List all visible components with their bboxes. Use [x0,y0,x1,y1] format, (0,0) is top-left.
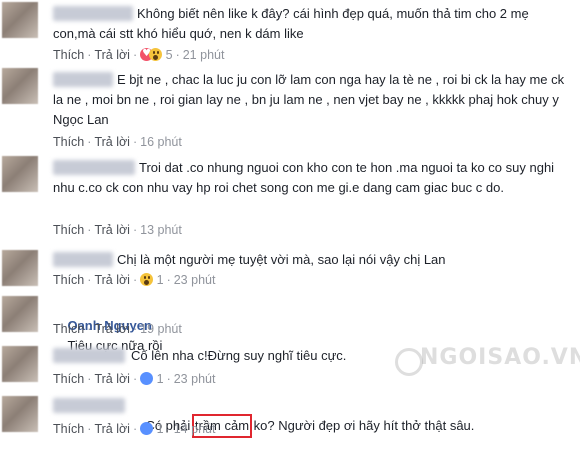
comment-actions: Thích · Trả lời · 16 phút [53,135,182,149]
comment-actions: Thích · Trả lời · 19 phút [53,322,182,336]
comment-text: Troi dat .co nhung nguoi con kho con te … [53,160,558,195]
timestamp[interactable]: 19 phút [140,322,182,336]
reply-link[interactable]: Trả lời [94,223,130,237]
watermark: NGOISAO.VN [420,345,580,370]
reply-link[interactable]: Trả lời [94,135,130,149]
comment-actions: Thích·Trả lời· 5·21 phút [53,46,225,63]
timestamp[interactable]: 16 phút [140,135,182,149]
comment-actions: Thích · Trả lời · 13 phút [53,223,182,237]
reply-link[interactable]: Trả lời [94,372,130,386]
avatar[interactable] [2,296,38,332]
like-link[interactable]: Thích [53,48,84,62]
like-link[interactable]: Thích [53,135,84,149]
reaction-count[interactable]: 5 [166,48,173,62]
like-reaction-icon[interactable] [140,372,154,385]
avatar[interactable] [2,2,38,38]
reaction-count[interactable]: 1 [157,372,164,386]
watermark-logo-icon [395,348,423,376]
like-link[interactable]: Thích [53,273,84,287]
like-link[interactable]: Thích [53,372,84,386]
avatar[interactable] [2,250,38,286]
haha-reaction-icon[interactable] [149,48,163,61]
reaction-count[interactable]: 1 [157,422,164,436]
avatar[interactable] [2,156,38,192]
like-link[interactable]: Thích [53,322,84,336]
timestamp[interactable]: 21 phút [183,48,225,62]
timestamp[interactable]: 23 phút [174,273,216,287]
timestamp[interactable]: 23 phút [174,372,216,386]
timestamp[interactable]: 14 phút [174,422,216,436]
avatar[interactable] [2,346,38,382]
reply-link[interactable]: Trả lời [94,322,130,336]
wow-reaction-icon[interactable] [140,273,154,286]
avatar[interactable] [2,68,38,104]
comment-text-after: ko? Người đẹp ơi hãy hít thở thật sâu. [250,418,475,433]
comment-actions: Thích · Trả lời · 1 · 14 phút [53,422,216,436]
comment-text: Chị là một người mẹ tuyệt vời mà, sao lạ… [117,252,446,267]
comment-text: E bjt ne , chac la luc ju con lỡ lam con… [53,72,568,127]
reply-link[interactable]: Trả lời [94,273,130,287]
reaction-count[interactable]: 1 [157,273,164,287]
comment-actions: Thích · Trả lời · 1 · 23 phút [53,372,216,386]
reply-link[interactable]: Trả lời [94,422,130,436]
comment-text: Không biết nên like k đây? cái hình đẹp … [53,6,533,41]
reply-link[interactable]: Trả lời [94,48,130,62]
like-link[interactable]: Thích [53,422,84,436]
avatar[interactable] [2,396,38,432]
comment-actions: Thích · Trả lời · 1 · 23 phút [53,273,216,287]
timestamp[interactable]: 13 phút [140,223,182,237]
like-link[interactable]: Thích [53,223,84,237]
